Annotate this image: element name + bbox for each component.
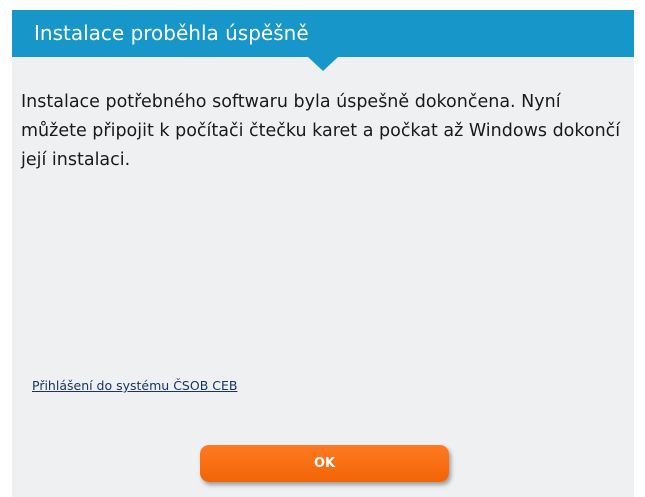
ok-button[interactable]: OK bbox=[200, 445, 449, 482]
dialog-header: Instalace proběhla úspěšně bbox=[12, 10, 634, 57]
header-pointer-arrow bbox=[308, 57, 338, 71]
csob-ceb-login-link[interactable]: Přihlášení do systému ČSOB CEB bbox=[32, 377, 237, 395]
installation-dialog: Instalace proběhla úspěšně Instalace pot… bbox=[12, 10, 634, 497]
success-message: Instalace potřebného softwaru byla úspeš… bbox=[21, 92, 621, 170]
dialog-title: Instalace proběhla úspěšně bbox=[34, 21, 309, 45]
